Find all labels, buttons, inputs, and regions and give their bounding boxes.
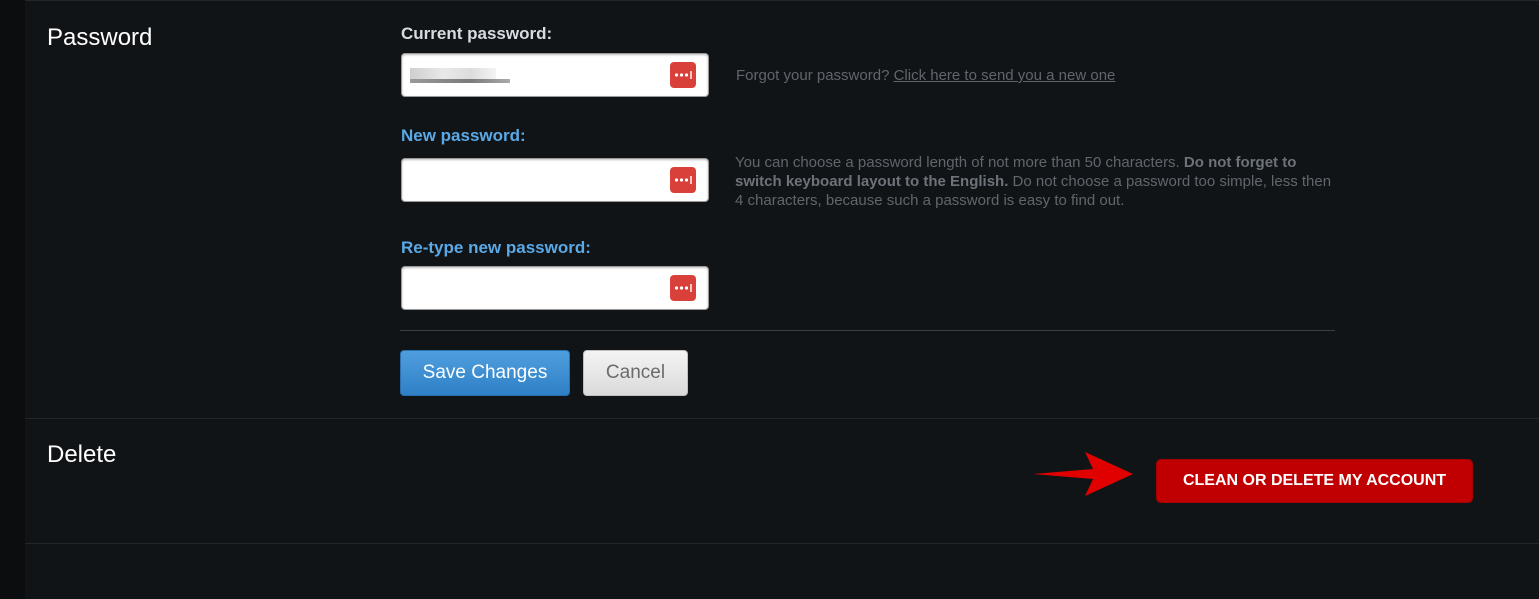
retype-password-label: Re-type new password: — [401, 238, 591, 257]
current-password-field[interactable] — [401, 53, 709, 97]
send-new-password-link[interactable]: Click here to send you a new one — [894, 67, 1116, 84]
form-divider — [400, 330, 1335, 331]
password-manager-icon[interactable] — [670, 167, 696, 193]
retype-password-input[interactable] — [402, 267, 708, 309]
cancel-button[interactable]: Cancel — [583, 350, 688, 396]
password-manager-icon[interactable] — [670, 62, 696, 88]
left-edge — [0, 0, 25, 599]
retype-password-field[interactable] — [401, 266, 709, 310]
password-manager-icon[interactable] — [670, 275, 696, 301]
password-section-title: Password — [47, 24, 153, 51]
hint-text-1: You can choose a password length of not … — [735, 154, 1184, 171]
current-password-masked-value — [410, 68, 510, 84]
forgot-password-prefix: Forgot your password? — [736, 67, 894, 84]
account-settings-page: Password Current password: Forgot your p… — [0, 0, 1539, 599]
panel-bottom-border — [25, 543, 1539, 544]
current-password-label: Current password: — [401, 24, 553, 43]
new-password-field[interactable] — [401, 158, 709, 202]
clean-or-delete-account-button[interactable]: CLEAN OR DELETE MY ACCOUNT — [1156, 459, 1473, 503]
red-arrow-icon — [1033, 452, 1133, 496]
delete-section-title: Delete — [47, 441, 117, 468]
new-password-input[interactable] — [402, 159, 708, 201]
save-changes-button[interactable]: Save Changes — [400, 350, 570, 396]
forgot-password-text: Forgot your password? Click here to send… — [736, 66, 1115, 85]
password-rules-hint: You can choose a password length of not … — [735, 153, 1335, 210]
new-password-label: New password: — [401, 126, 526, 145]
section-divider — [25, 418, 1539, 419]
